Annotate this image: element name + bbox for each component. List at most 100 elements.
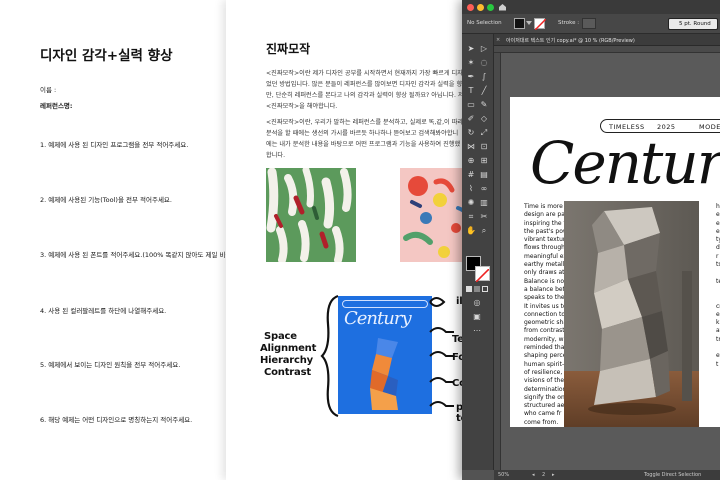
body-text-line: e bbox=[716, 211, 720, 219]
paragraph-line: <진짜모작>이란, 우리가 말하는 레퍼런스를 분석하고, 실제로 똑,같,이 … bbox=[266, 119, 464, 126]
graph-tool-icon[interactable]: ▥ bbox=[479, 198, 489, 208]
control-bar: No Selection Stroke : 5 pt. Round bbox=[462, 14, 720, 34]
body-text-line bbox=[716, 410, 720, 418]
blend-tool-icon[interactable]: ∞ bbox=[479, 184, 489, 194]
paragraph-line: 분석을 할 때에는 생선의 가시를 바르듯 하나하나 뜯어보고 검색해봐야합니 bbox=[266, 130, 459, 137]
document-tab-title: 아이저대르 텍스트 인기 copy.ai* @ 10 % (RGB/Previe… bbox=[506, 38, 635, 44]
illustrator-window: No Selection Stroke : 5 pt. Round ➤ ▷ ✶ … bbox=[462, 0, 720, 480]
body-text-line bbox=[716, 419, 720, 427]
handwritten-alignment: Alignment bbox=[260, 343, 317, 354]
brush-dropdown[interactable]: 5 pt. Round bbox=[668, 18, 718, 30]
artboard-tool-icon[interactable]: ⌗ bbox=[466, 212, 476, 222]
free-transform-tool-icon[interactable]: ⊡ bbox=[479, 142, 489, 152]
body-text-line: ay, bbox=[716, 327, 720, 335]
eraser-tool-icon[interactable]: ◇ bbox=[479, 114, 489, 124]
stroke-weight-field[interactable] bbox=[582, 18, 596, 29]
direct-selection-tool-icon[interactable]: ▷ bbox=[479, 44, 489, 54]
gradient-tool-icon[interactable]: ▤ bbox=[479, 170, 489, 180]
minimize-button[interactable] bbox=[477, 4, 484, 11]
pen-tool-icon[interactable]: ✒ bbox=[466, 72, 476, 82]
eyedropper-tool-icon[interactable]: ⌇ bbox=[466, 184, 476, 194]
type-tool-icon[interactable]: T bbox=[466, 86, 476, 96]
zoom-tool-icon[interactable]: ⌕ bbox=[479, 226, 489, 236]
zoom-level[interactable]: 50% bbox=[498, 472, 509, 478]
stroke-label: Stroke : bbox=[558, 20, 580, 26]
rotate-tool-icon[interactable]: ↻ bbox=[466, 128, 476, 138]
draw-mode-icon[interactable]: ◎ bbox=[472, 298, 482, 308]
body-text-line: ty bbox=[716, 236, 720, 244]
reference-name-label: 레퍼런스명: bbox=[40, 102, 73, 110]
name-label: 이름 : bbox=[40, 86, 57, 94]
shaper-tool-icon[interactable]: ✐ bbox=[466, 114, 476, 124]
symbol-sprayer-tool-icon[interactable]: ✺ bbox=[466, 198, 476, 208]
artboard-number[interactable]: 2 bbox=[542, 472, 545, 478]
status-bar: 50% ◂ 2 ▸ Toggle Direct Selection bbox=[494, 470, 720, 480]
handwritten-hierarchy: Hierarchy bbox=[260, 355, 313, 366]
body-text-line bbox=[716, 394, 720, 402]
body-text-line bbox=[716, 269, 720, 277]
body-text-line: k bbox=[716, 319, 720, 327]
stroke-color-swatch[interactable] bbox=[534, 18, 547, 31]
current-tool-status: Toggle Direct Selection bbox=[644, 472, 702, 478]
body-text-line: efle bbox=[716, 352, 720, 360]
width-tool-icon[interactable]: ⋈ bbox=[466, 142, 476, 152]
lasso-tool-icon[interactable]: ◌ bbox=[479, 58, 489, 68]
hand-tool-icon[interactable]: ✋ bbox=[466, 226, 476, 236]
paragraph-line: 에는 내가 분석한 내용을 바탕으로 어떤 프로그램과 기능을 사용하여 진행했 bbox=[266, 141, 461, 148]
perspective-grid-tool-icon[interactable]: ⊞ bbox=[479, 156, 489, 166]
body-text-line bbox=[716, 402, 720, 410]
fill-color-swatch[interactable] bbox=[514, 18, 525, 29]
sculpture-photo bbox=[564, 201, 699, 427]
prev-artboard-icon[interactable]: ◂ bbox=[532, 472, 535, 478]
question-3: 3. 예제에 사용 된 폰트를 적어주세요.(100% 똑같지 않아도 제일 비… bbox=[40, 251, 232, 259]
body-text-line: t bbox=[716, 360, 719, 368]
line-tool-icon[interactable]: ╱ bbox=[479, 86, 489, 96]
scale-tool-icon[interactable]: ⤢ bbox=[479, 128, 489, 138]
selection-status: No Selection bbox=[467, 20, 502, 26]
stroke-swatch[interactable] bbox=[475, 266, 490, 283]
slice-tool-icon[interactable]: ✂ bbox=[479, 212, 489, 222]
title-bar bbox=[462, 0, 720, 14]
canvas[interactable]: TIMELESS 2025 MODERN Century Time is mor… bbox=[494, 53, 720, 470]
chevron-down-icon[interactable] bbox=[526, 21, 532, 26]
shape-builder-tool-icon[interactable]: ⊕ bbox=[466, 156, 476, 166]
paragraph-line: <진짜모작>이란 제가 디자인 공부를 시작하면서 현재까지 가장 빠르게 디자 bbox=[266, 70, 463, 77]
home-icon[interactable] bbox=[498, 3, 507, 11]
gradient-mode-icon[interactable] bbox=[474, 286, 480, 292]
color-mode-icon[interactable] bbox=[466, 286, 472, 292]
worksheet-title: 디자인 감각+실력 향상 bbox=[40, 48, 173, 64]
body-text-line: tradi bbox=[716, 335, 720, 343]
selection-tool-icon[interactable]: ➤ bbox=[466, 44, 476, 54]
tools-panel: ➤ ▷ ✶ ◌ ✒ ∫ T ╱ ▭ ✎ ✐ ◇ ↻ ⤢ ⋈ ⊡ ⊕ ⊞ # ▤ … bbox=[462, 34, 494, 470]
curvature-tool-icon[interactable]: ∫ bbox=[479, 72, 489, 82]
handwritten-space: Space bbox=[264, 331, 297, 342]
mesh-tool-icon[interactable]: # bbox=[466, 170, 476, 180]
close-button[interactable] bbox=[467, 4, 474, 11]
more-tools-icon[interactable]: ⋯ bbox=[472, 326, 482, 336]
screen-mode-icon[interactable]: ▣ bbox=[472, 312, 482, 322]
body-text-line: elegan bbox=[716, 219, 720, 227]
paragraph-line: 합니다. bbox=[266, 152, 286, 159]
body-text-line: ts bbox=[716, 261, 720, 269]
handwritten-contrast: Contrast bbox=[264, 367, 311, 378]
body-text-line bbox=[716, 377, 720, 385]
document-tab[interactable]: × 아이저대르 텍스트 인기 copy.ai* @ 10 % (RGB/Prev… bbox=[494, 34, 720, 46]
horizontal-ruler[interactable] bbox=[494, 46, 720, 53]
magic-wand-tool-icon[interactable]: ✶ bbox=[466, 58, 476, 68]
vertical-ruler[interactable] bbox=[494, 53, 501, 470]
sculpture-icon bbox=[370, 338, 398, 410]
body-text-line: creati bbox=[716, 302, 720, 310]
next-artboard-icon[interactable]: ▸ bbox=[552, 472, 555, 478]
none-mode-icon[interactable] bbox=[482, 286, 488, 292]
body-text-line: daries bbox=[716, 244, 720, 252]
tab-close-icon[interactable]: × bbox=[496, 37, 500, 43]
paintbrush-tool-icon[interactable]: ✎ bbox=[479, 100, 489, 110]
body-text-line: e an bbox=[716, 310, 720, 318]
artboard[interactable]: TIMELESS 2025 MODERN Century Time is mor… bbox=[510, 97, 720, 427]
body-text-line: histor bbox=[716, 203, 720, 210]
paragraph-line: 만, 단순히 레퍼런스를 본다고 나의 감각과 실력이 향상 될까요? 아닙니다… bbox=[266, 92, 464, 99]
rectangle-tool-icon[interactable]: ▭ bbox=[466, 100, 476, 110]
body-text-line bbox=[716, 386, 720, 394]
mini-poster-image: Century bbox=[338, 296, 432, 414]
zoom-button[interactable] bbox=[487, 4, 494, 11]
